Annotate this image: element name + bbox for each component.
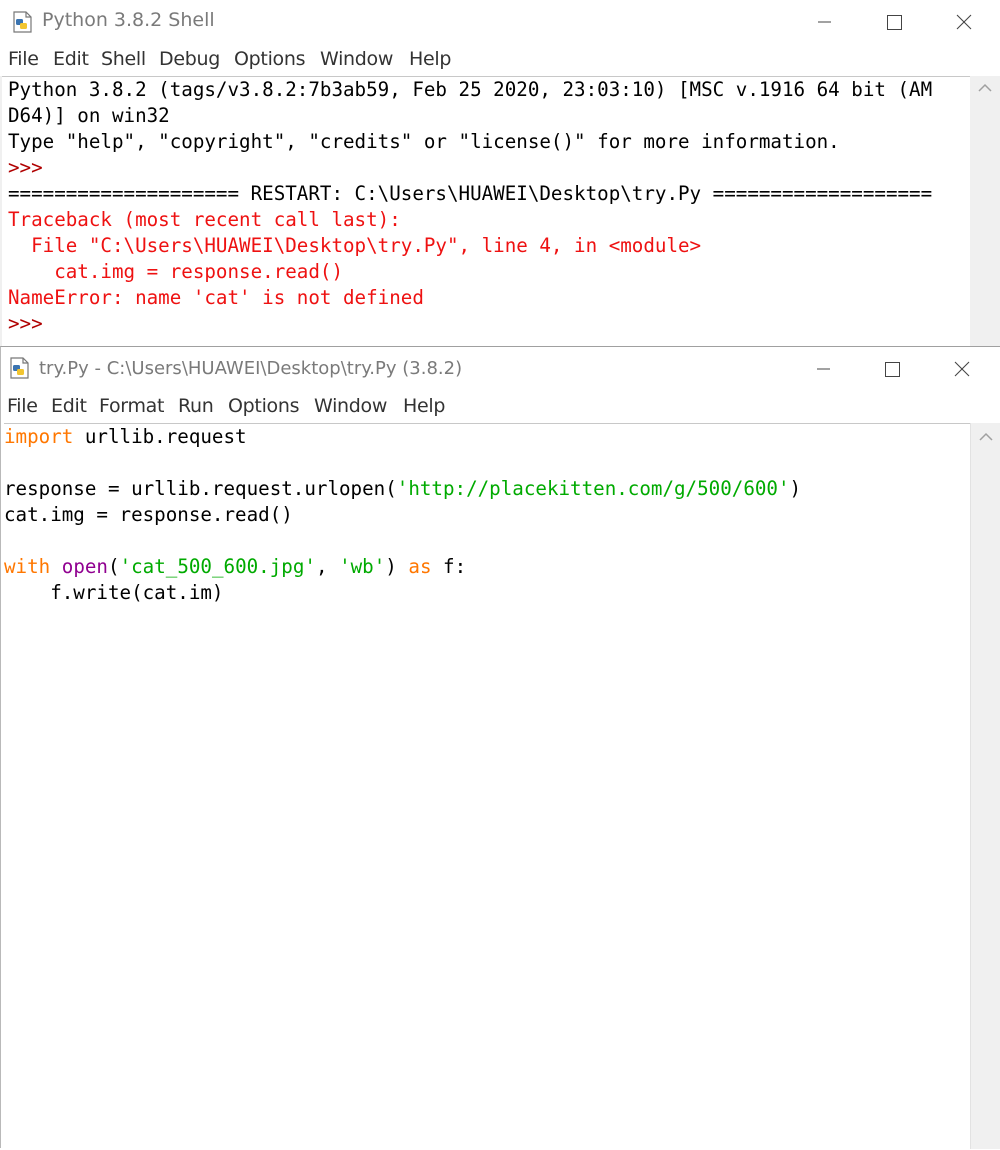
minimize-icon[interactable] xyxy=(803,355,843,383)
editor-scrollbar[interactable] xyxy=(970,423,1000,1149)
code-token: ) xyxy=(789,477,802,500)
scroll-up-icon[interactable] xyxy=(971,427,1000,447)
code-line: import urllib.request xyxy=(4,424,970,450)
shell-menubar: File Edit Shell Debug Options Window Help xyxy=(0,44,1000,76)
shell-titlebar[interactable]: Python 3.8.2 Shell xyxy=(0,0,1000,44)
code-token: 'http://placekitten.com/g/500/600' xyxy=(396,477,790,500)
shell-line: File "C:\Users\HUAWEI\Desktop\try.Py", l… xyxy=(8,234,702,257)
code-token: import xyxy=(4,425,74,448)
shell-line: Traceback (most recent call last): xyxy=(8,208,401,231)
menu-edit[interactable]: Edit xyxy=(53,48,89,70)
shell-line: >>> xyxy=(8,312,55,335)
code-token: cat.img = response.read() xyxy=(4,503,293,526)
python-idle-icon xyxy=(9,356,31,380)
code-token: 'wb' xyxy=(339,555,386,578)
shell-output[interactable]: Python 3.8.2 (tags/v3.8.2:7b3ab59, Feb 2… xyxy=(2,76,970,347)
shell-line: ==================== RESTART: C:\Users\H… xyxy=(8,182,933,205)
code-line: with open('cat_500_600.jpg', 'wb') as f: xyxy=(4,554,970,580)
code-line: response = urllib.request.urlopen('http:… xyxy=(4,476,970,502)
maximize-icon[interactable] xyxy=(874,8,914,36)
code-token: ( xyxy=(108,555,120,578)
menu-options[interactable]: Options xyxy=(228,395,300,417)
code-token: , xyxy=(315,555,340,578)
code-token: response = urllib.request.urlopen( xyxy=(4,477,397,500)
shell-line: D64)] on win32 xyxy=(8,104,170,127)
maximize-icon[interactable] xyxy=(872,355,912,383)
menu-edit[interactable]: Edit xyxy=(51,395,87,417)
code-token: open xyxy=(61,555,108,578)
code-line: f.write(cat.im) xyxy=(4,580,970,606)
code-token: f.write(cat.im) xyxy=(4,581,224,604)
menu-options[interactable]: Options xyxy=(234,48,306,70)
shell-line: cat.img = response.read() xyxy=(8,260,344,283)
shell-line: Python 3.8.2 (tags/v3.8.2:7b3ab59, Feb 2… xyxy=(8,78,933,101)
menu-format[interactable]: Format xyxy=(99,395,164,417)
minimize-icon[interactable] xyxy=(804,8,844,36)
editor-window: try.Py - C:\Users\HUAWEI\Desktop\try.Py … xyxy=(0,346,1000,1150)
editor-titlebar[interactable]: try.Py - C:\Users\HUAWEI\Desktop\try.Py … xyxy=(1,347,1000,391)
editor-menubar: File Edit Format Run Options Window Help xyxy=(1,391,1000,423)
menu-window[interactable]: Window xyxy=(314,395,387,417)
editor-title: try.Py - C:\Users\HUAWEI\Desktop\try.Py … xyxy=(39,358,463,379)
shell-line: Type "help", "copyright", "credits" or "… xyxy=(8,130,840,153)
menu-file[interactable]: File xyxy=(8,48,39,70)
code-token: with xyxy=(4,555,51,578)
menu-window[interactable]: Window xyxy=(320,48,393,70)
code-token: f: xyxy=(431,555,467,578)
menu-help[interactable]: Help xyxy=(409,48,451,70)
scroll-up-icon[interactable] xyxy=(970,78,1000,98)
code-token: 'cat_500_600.jpg' xyxy=(119,555,316,578)
close-icon[interactable] xyxy=(944,8,984,36)
menu-debug[interactable]: Debug xyxy=(159,48,220,70)
menu-file[interactable]: File xyxy=(7,395,38,417)
code-line: cat.img = response.read() xyxy=(4,502,970,528)
menu-help[interactable]: Help xyxy=(403,395,445,417)
shell-line: >>> xyxy=(8,156,55,179)
close-icon[interactable] xyxy=(942,355,982,383)
code-token: as xyxy=(408,555,432,578)
menu-run[interactable]: Run xyxy=(178,395,214,417)
python-idle-icon xyxy=(12,10,34,34)
code-token: ) xyxy=(385,555,409,578)
shell-title: Python 3.8.2 Shell xyxy=(42,9,215,31)
shell-scrollbar[interactable] xyxy=(970,76,1000,347)
shell-line: NameError: name 'cat' is not defined xyxy=(8,286,424,309)
editor-code[interactable]: import urllib.request response = urllib.r… xyxy=(4,423,970,1150)
shell-window: Python 3.8.2 Shell File Edit Shell Debug Opt… xyxy=(0,0,1000,347)
code-token: urllib.request xyxy=(73,425,247,448)
menu-shell[interactable]: Shell xyxy=(101,48,146,70)
